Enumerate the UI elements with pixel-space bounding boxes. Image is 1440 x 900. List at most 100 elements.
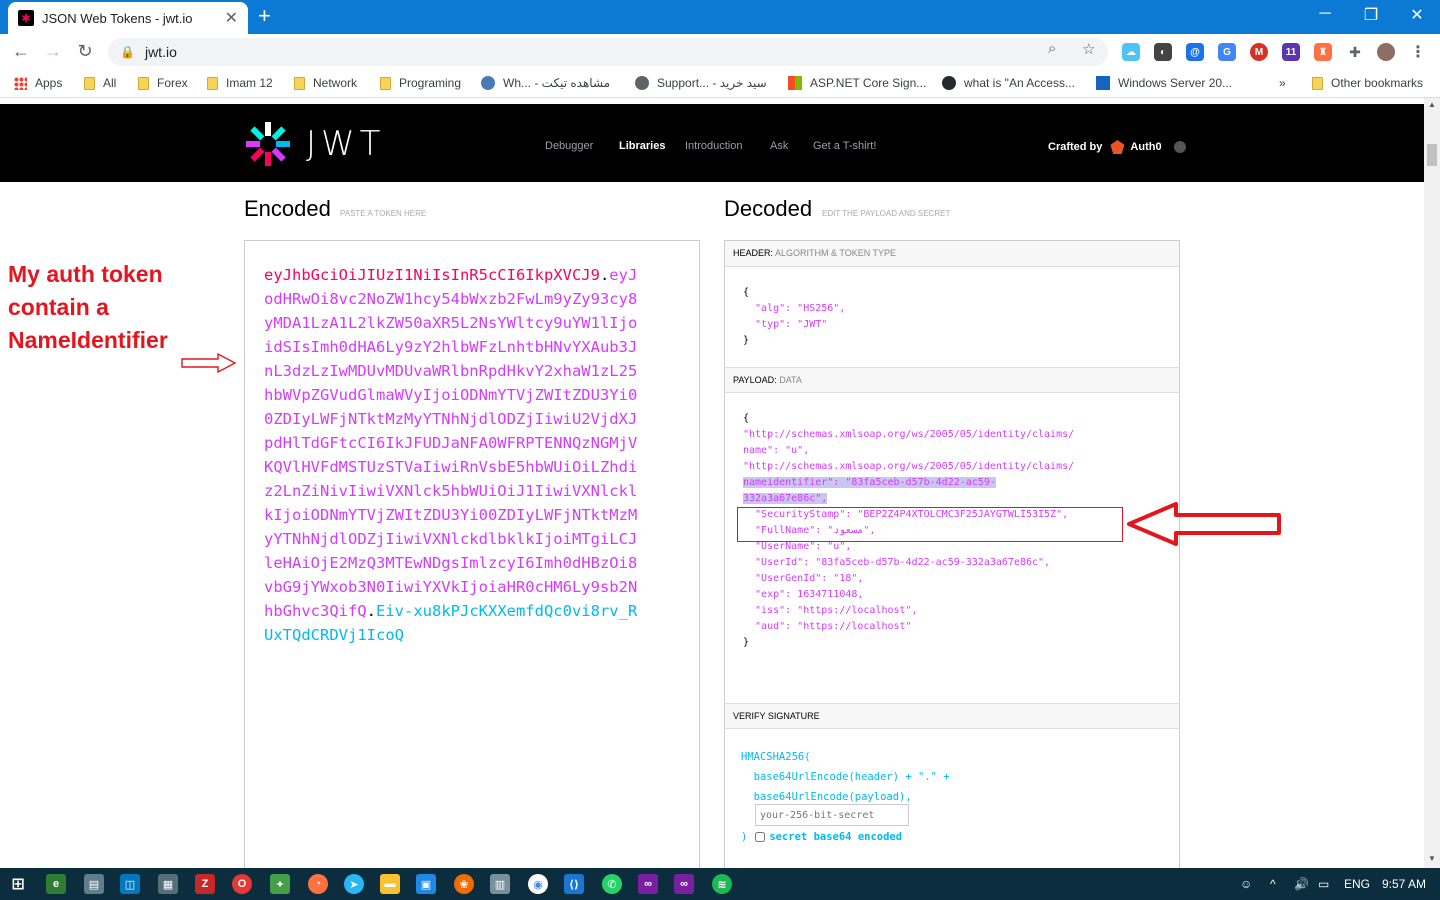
annotation-note: My auth token contain a NameIdentifier bbox=[8, 261, 168, 353]
bookmark-aspnet[interactable]: ASP.NET Core Sign... bbox=[788, 76, 926, 90]
browser-tab[interactable]: ✱ JSON Web Tokens - jwt.io ✕ bbox=[8, 2, 248, 34]
scroll-down-icon[interactable]: ▼ bbox=[1428, 854, 1436, 863]
globe-icon bbox=[635, 76, 649, 90]
reload-button[interactable]: ↻ bbox=[74, 41, 96, 62]
mega-extension-icon[interactable]: M bbox=[1250, 43, 1268, 61]
app-icon[interactable]: ❀ bbox=[454, 874, 474, 894]
bookmark-ticket[interactable]: Wh... - مشاهده تیکت bbox=[481, 76, 610, 90]
filezilla-icon[interactable]: Z bbox=[195, 874, 215, 894]
zoom-icon[interactable]: ⌕ bbox=[1048, 40, 1056, 57]
windows-taskbar: ⊞ e ▤ ◫ ▦ Z O ✦ ◔ ➤ ▬ ▣ ❀ ▥ ◉ ⟨⟩ ✆ ∞ ∞ ≋… bbox=[0, 868, 1440, 900]
telegram-icon[interactable]: ➤ bbox=[344, 874, 364, 894]
folder-icon bbox=[138, 76, 149, 90]
restore-button[interactable]: ❐ bbox=[1348, 5, 1394, 25]
site-header: JWT Debugger Libraries Introduction Ask … bbox=[0, 104, 1424, 182]
app-icon[interactable]: ◫ bbox=[120, 874, 140, 894]
encoded-title: Encoded bbox=[244, 196, 331, 221]
scrollbar-thumb[interactable] bbox=[1427, 144, 1437, 166]
tab-title: JSON Web Tokens - jwt.io bbox=[42, 10, 193, 26]
base64-checkbox[interactable] bbox=[755, 832, 766, 842]
nav-tshirt[interactable]: Get a T-shirt! bbox=[813, 140, 876, 152]
url-text: jwt.io bbox=[144, 44, 177, 60]
close-window-button[interactable]: ✕ bbox=[1394, 5, 1440, 25]
microsoft-icon bbox=[788, 76, 802, 90]
bookmark-windows-server[interactable]: Windows Server 20... bbox=[1096, 76, 1232, 90]
jwt-favicon-icon: ✱ bbox=[18, 10, 34, 26]
people-icon[interactable]: ☺ bbox=[1240, 877, 1252, 891]
volume-icon[interactable]: 🔊 bbox=[1294, 877, 1309, 891]
encoded-token-textarea[interactable]: eyJhbGciOiJIUzI1NiIsInR5cCI6IkpXVCJ9.eyJ… bbox=[244, 240, 700, 868]
tray-chevron-icon[interactable]: ^ bbox=[1270, 877, 1276, 891]
network-icon[interactable]: ▭ bbox=[1318, 877, 1329, 891]
folder-icon bbox=[84, 76, 95, 90]
bookmarks-bar: Apps All Forex Imam 12 Network Programin… bbox=[0, 70, 1440, 98]
cloud-extension-icon[interactable]: ☁ bbox=[1122, 43, 1140, 61]
windows-start-icon[interactable]: ⊞ bbox=[8, 874, 28, 894]
folder-icon bbox=[294, 76, 305, 90]
at-extension-icon[interactable]: @ bbox=[1186, 43, 1204, 61]
close-tab-icon[interactable]: ✕ bbox=[225, 8, 238, 28]
visual-studio-icon[interactable]: ∞ bbox=[674, 874, 694, 894]
nav-debugger[interactable]: Debugger bbox=[545, 140, 593, 152]
fire-extension-icon[interactable]: ♜ bbox=[1314, 43, 1332, 61]
school-extension-icon[interactable]: 11 bbox=[1282, 43, 1300, 61]
visual-studio-icon[interactable]: ∞ bbox=[638, 874, 658, 894]
address-bar[interactable]: 🔒 jwt.io bbox=[108, 38, 1108, 66]
header-json-editor[interactable]: { "alg": "HS256", "typ": "JWT"} bbox=[743, 285, 845, 349]
extension-icon[interactable]: ◐ bbox=[1154, 43, 1172, 61]
verify-section-title: VERIFY SIGNATURE bbox=[725, 703, 1179, 729]
page-scrollbar[interactable]: ▲ ▼ bbox=[1424, 98, 1440, 868]
forward-button[interactable]: → bbox=[42, 41, 64, 62]
scroll-up-icon[interactable]: ▲ bbox=[1428, 100, 1436, 109]
bookmark-star-icon[interactable]: ☆ bbox=[1082, 40, 1095, 58]
bookmark-support[interactable]: Support... - سید خرید bbox=[635, 76, 767, 90]
bookmark-all[interactable]: All bbox=[84, 76, 116, 90]
nav-libraries[interactable]: Libraries bbox=[619, 140, 665, 152]
encoded-subtitle: PASTE A TOKEN HERE bbox=[340, 209, 427, 218]
app-icon[interactable]: ◔ bbox=[308, 874, 328, 894]
encoded-token-text[interactable]: eyJhbGciOiJIUzI1NiIsInR5cCI6IkpXVCJ9.eyJ… bbox=[264, 263, 644, 647]
theme-toggle[interactable] bbox=[1173, 141, 1186, 153]
base64-row: ) secret base64 encoded bbox=[741, 831, 903, 843]
decoded-title: Decoded bbox=[724, 196, 813, 221]
back-button[interactable]: ← bbox=[10, 41, 32, 62]
language-indicator[interactable]: ENG bbox=[1344, 877, 1370, 891]
bookmark-forex[interactable]: Forex bbox=[138, 76, 188, 90]
bookmark-other[interactable]: Other bookmarks bbox=[1312, 76, 1423, 90]
spotify-icon[interactable]: ≋ bbox=[712, 874, 732, 894]
auth0-logo-icon bbox=[1110, 140, 1125, 154]
bookmarks-overflow-button[interactable]: » bbox=[1279, 76, 1286, 90]
extensions-puzzle-icon[interactable]: ✚ bbox=[1346, 43, 1364, 61]
browser-toolbar: ← → ↻ 🔒 jwt.io ⌕ ☆ ☁ ◐ @ G M 11 ♜ ✚ ⋮ bbox=[0, 34, 1440, 70]
bookmark-github[interactable]: what is "An Access... bbox=[942, 76, 1075, 90]
folder-icon bbox=[207, 76, 218, 90]
file-explorer-icon[interactable]: ▬ bbox=[380, 874, 400, 894]
bookmark-imam[interactable]: Imam 12 bbox=[207, 76, 273, 90]
nav-introduction[interactable]: Introduction bbox=[685, 140, 742, 152]
jwt-logo[interactable]: JWT bbox=[244, 120, 385, 168]
secret-input[interactable] bbox=[755, 804, 909, 826]
nav-ask[interactable]: Ask bbox=[770, 140, 788, 152]
app-icon[interactable]: e bbox=[46, 874, 66, 894]
vscode-icon[interactable]: ⟨⟩ bbox=[564, 874, 584, 894]
app-icon[interactable]: ✦ bbox=[270, 874, 290, 894]
whatsapp-icon[interactable]: ✆ bbox=[602, 874, 622, 894]
clock[interactable]: 9:57 AM bbox=[1382, 877, 1426, 891]
chrome-icon[interactable]: ◉ bbox=[528, 874, 548, 894]
auth0-link[interactable]: Auth0 bbox=[1110, 140, 1162, 154]
annotation-arrow-left-icon bbox=[1127, 502, 1281, 546]
menu-kebab-icon[interactable]: ⋮ bbox=[1409, 43, 1427, 61]
minimize-button[interactable]: ─ bbox=[1302, 5, 1348, 23]
translate-extension-icon[interactable]: G bbox=[1218, 43, 1236, 61]
app-icon[interactable]: ▦ bbox=[158, 874, 178, 894]
bookmark-programing[interactable]: Programing bbox=[380, 76, 461, 90]
opera-icon[interactable]: O bbox=[232, 874, 252, 894]
bookmark-apps[interactable]: Apps bbox=[14, 76, 62, 90]
bookmark-network[interactable]: Network bbox=[294, 76, 357, 90]
apps-grid-icon bbox=[14, 76, 27, 90]
app-icon[interactable]: ▣ bbox=[416, 874, 436, 894]
profile-avatar[interactable] bbox=[1377, 43, 1395, 61]
app-icon[interactable]: ▤ bbox=[84, 874, 104, 894]
calculator-icon[interactable]: ▥ bbox=[490, 874, 510, 894]
new-tab-button[interactable]: + bbox=[258, 5, 271, 27]
